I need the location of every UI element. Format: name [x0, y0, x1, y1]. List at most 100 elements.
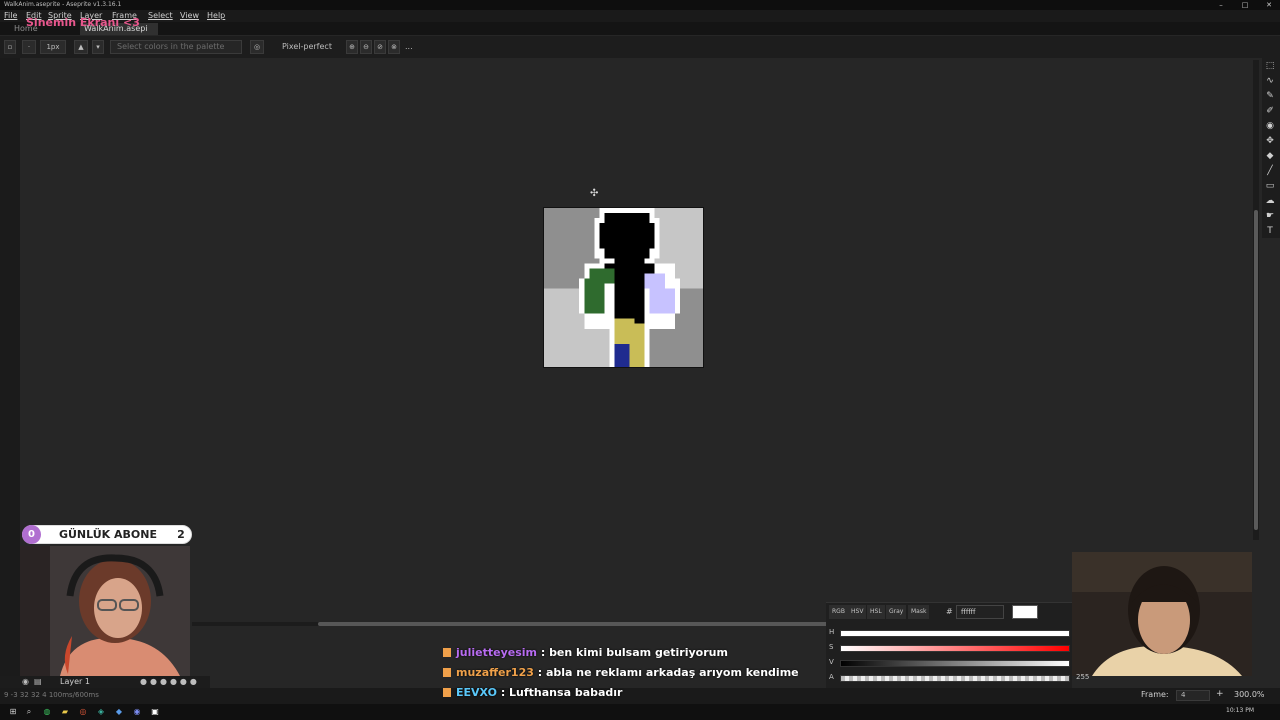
value-slider[interactable]: [840, 660, 1070, 667]
chat-message: abla ne reklamı arkadaş arıyom kendime: [545, 666, 799, 679]
daily-sub-count: 2: [177, 528, 185, 541]
spray-tool-icon[interactable]: ✐: [1264, 105, 1276, 117]
smudge-tool-icon[interactable]: ☛: [1264, 210, 1276, 222]
search-icon[interactable]: ⌕: [24, 707, 34, 717]
fill-tool-icon[interactable]: ◆: [1264, 150, 1276, 162]
menu-file[interactable]: File: [4, 10, 17, 22]
chevron-down-icon[interactable]: ▾: [92, 40, 104, 54]
timeline-panel: ◉ ▤ Layer 1 ●●●●●●: [0, 676, 210, 688]
folder-icon[interactable]: ▰: [60, 707, 70, 717]
webcam-right: [1072, 552, 1252, 676]
taskbar: [0, 704, 1280, 720]
status-bar: 9 -3 32 32 4 100ms/600ms: [0, 688, 1280, 704]
slider-label-v: V: [829, 658, 834, 666]
text-tool-icon[interactable]: T: [1264, 225, 1276, 237]
pixel-perfect-toggle[interactable]: Pixel-perfect: [282, 40, 332, 54]
color-mode-hsv[interactable]: HSV: [848, 605, 867, 619]
color-mode-rgb[interactable]: RGB: [829, 605, 848, 619]
slider-label-h: H: [829, 628, 835, 636]
layer-name[interactable]: Layer 1: [60, 676, 90, 688]
alpha-slider[interactable]: [840, 675, 1070, 682]
color-mode-mask[interactable]: Mask: [908, 605, 930, 619]
move-tool-icon[interactable]: ✥: [1264, 135, 1276, 147]
sprite-image: [544, 208, 703, 367]
saturation-slider[interactable]: [840, 645, 1070, 652]
chat-line: EEVXO : Lufthansa babadır: [443, 686, 622, 699]
chat-user: julietteyesim: [456, 646, 537, 659]
eyedropper-tool-icon[interactable]: ◉: [1264, 120, 1276, 132]
eye-icon[interactable]: ◉: [22, 676, 29, 688]
window-title: WalkAnim.aseprite - Aseprite v1.3.16.1: [4, 1, 122, 8]
rectangle-tool-icon[interactable]: ▭: [1264, 180, 1276, 192]
frame-input[interactable]: 4: [1176, 690, 1210, 701]
chat-line: julietteyesim : ben kimi bulsam getiriyo…: [443, 646, 728, 659]
menu-view[interactable]: View: [180, 10, 199, 22]
ink-icon[interactable]: ◎: [250, 40, 264, 54]
new-frame-icon[interactable]: +: [1216, 689, 1224, 699]
symmetry-both-icon[interactable]: ⊘: [374, 40, 386, 54]
status-info: 9 -3 32 32 4 100ms/600ms: [4, 691, 99, 699]
chat-badge-icon: [443, 688, 451, 697]
symmetry-vertical-icon[interactable]: ⊕: [346, 40, 358, 54]
slider-label-s: S: [829, 643, 834, 651]
taskbar-clock: 10:13 PM: [1226, 707, 1254, 714]
daily-sub-title: GÜNLÜK ABONE: [58, 528, 158, 541]
lock-icon[interactable]: ▤: [34, 676, 42, 688]
browser-icon[interactable]: ◎: [78, 707, 88, 717]
whatsapp-icon[interactable]: ◍: [42, 707, 52, 717]
lasso-tool-icon[interactable]: ∿: [1264, 75, 1276, 87]
marquee-tool-icon[interactable]: ⬚: [1264, 60, 1276, 72]
sprite-canvas[interactable]: [543, 207, 704, 368]
tab-bar: Home WalkAnim.asepi ×: [0, 22, 1280, 45]
maximize-button[interactable]: □: [1234, 0, 1256, 10]
slider-label-a: A: [829, 673, 834, 681]
menu-bar: File Edit Sprite Layer Frame Select View…: [0, 10, 1280, 22]
brush-shape-icon[interactable]: ▲: [74, 40, 88, 54]
hue-slider[interactable]: [840, 630, 1070, 637]
app-icon[interactable]: ◆: [114, 707, 124, 717]
vertical-scroll-thumb[interactable]: [1254, 210, 1258, 530]
crosshair-cursor-icon: ✣: [590, 188, 599, 199]
hex-label: #: [946, 607, 953, 616]
zoom-level[interactable]: 300.0%: [1234, 690, 1265, 699]
close-button[interactable]: ✕: [1258, 0, 1280, 10]
symmetry-horizontal-icon[interactable]: ⊖: [360, 40, 372, 54]
chat-badge-icon: [443, 668, 451, 677]
start-icon[interactable]: ⊞: [8, 707, 18, 717]
daily-sub-badge: 0: [22, 525, 41, 544]
chat-message: ben kimi bulsam getiriyorum: [549, 646, 728, 659]
palette-select-input[interactable]: Select colors in the palette: [110, 40, 242, 54]
chat-badge-icon: [443, 648, 451, 657]
pencil-tool-icon[interactable]: ✎: [1264, 90, 1276, 102]
chat-user: muzaffer123: [456, 666, 534, 679]
more-options-button[interactable]: ...: [405, 40, 413, 54]
alpha-value: 255: [1076, 673, 1090, 681]
menu-select[interactable]: Select: [148, 10, 173, 22]
app-icon[interactable]: ◈: [96, 707, 106, 717]
aseprite-icon[interactable]: ▣: [150, 707, 160, 717]
brush-size-field[interactable]: 1px: [40, 40, 66, 54]
line-tool-icon[interactable]: ╱: [1264, 165, 1276, 177]
color-mode-gray[interactable]: Gray: [886, 605, 907, 619]
stream-label: Sinemin Ekranı <3: [26, 16, 140, 29]
symmetry-clear-icon[interactable]: ⊗: [388, 40, 400, 54]
lock-icon[interactable]: ▫: [4, 40, 16, 54]
discord-icon[interactable]: ◉: [132, 707, 142, 717]
hex-color-input[interactable]: ffffff: [956, 605, 1004, 619]
current-color-swatch[interactable]: [1012, 605, 1038, 619]
brush-type-icon[interactable]: ·: [22, 40, 36, 54]
context-toolbar: ▫ · 1px ▲ ▾ Select colors in the palette…: [0, 36, 1280, 58]
menu-help[interactable]: Help: [207, 10, 225, 22]
webcam-left: [20, 546, 190, 676]
chat-user: EEVXO: [456, 686, 497, 699]
color-mode-hsl[interactable]: HSL: [867, 605, 885, 619]
chat-message: Lufthansa babadır: [509, 686, 623, 699]
chat-line: muzaffer123 : abla ne reklamı arkadaş ar…: [443, 666, 799, 679]
blur-tool-icon[interactable]: ☁: [1264, 195, 1276, 207]
frame-cels-icon[interactable]: ●●●●●●: [140, 676, 200, 688]
left-panel-strip: [0, 58, 20, 688]
title-bar: WalkAnim.aseprite - Aseprite v1.3.16.1 –…: [0, 0, 1280, 10]
frame-label: Frame:: [1141, 690, 1169, 699]
horizontal-scroll-thumb[interactable]: [318, 622, 828, 626]
minimize-button[interactable]: –: [1210, 0, 1232, 10]
